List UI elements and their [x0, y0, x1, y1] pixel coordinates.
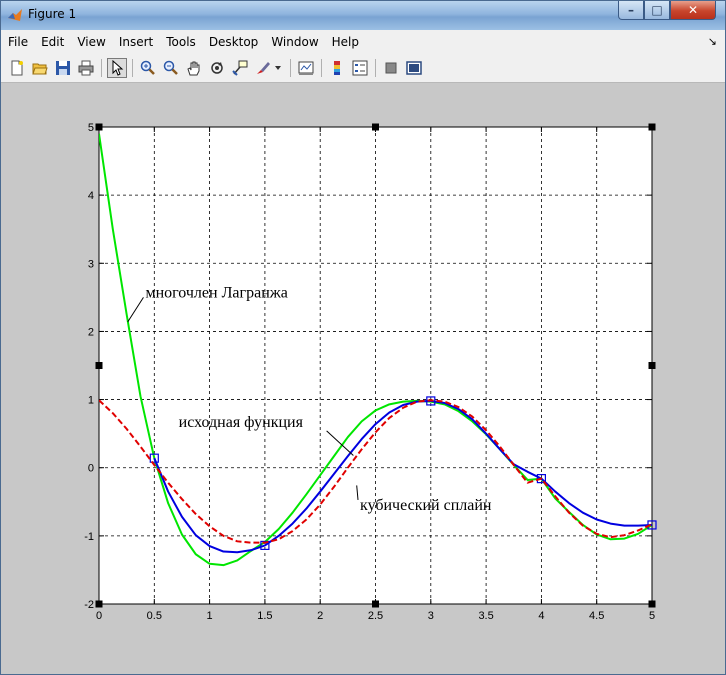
- open-file-icon[interactable]: [30, 58, 50, 78]
- menu-insert[interactable]: Insert: [113, 35, 159, 49]
- x-tick-label: 4: [538, 610, 544, 622]
- zoom-in-icon[interactable]: [138, 58, 158, 78]
- menu-edit[interactable]: Edit: [35, 35, 70, 49]
- selection-handle: [648, 362, 656, 369]
- y-tick-label: -1: [84, 531, 94, 543]
- x-tick-label: 2.5: [368, 610, 383, 622]
- annotation-spline: кубический сплайн: [360, 497, 492, 514]
- data-cursor-icon[interactable]: [230, 58, 250, 78]
- selection-handle: [95, 600, 103, 608]
- y-tick-label: 3: [88, 258, 94, 270]
- menu-tools[interactable]: Tools: [160, 35, 202, 49]
- dock-arrow-icon[interactable]: ↘: [708, 35, 717, 48]
- selection-handle: [648, 600, 656, 608]
- save-icon[interactable]: [53, 58, 73, 78]
- selection-handle: [372, 600, 379, 608]
- show-plot-tools-icon[interactable]: [404, 58, 424, 78]
- print-icon[interactable]: [76, 58, 96, 78]
- y-tick-label: 0: [88, 463, 94, 475]
- menu-window[interactable]: Window: [265, 35, 324, 49]
- x-tick-label: 4.5: [589, 610, 604, 622]
- menu-bar: File Edit View Insert Tools Desktop Wind…: [1, 30, 725, 54]
- annotation-lagrange: многочлен Лагранжа: [145, 284, 287, 301]
- x-tick-label: 1: [207, 610, 213, 622]
- x-tick-label: 1.5: [257, 610, 272, 622]
- menu-desktop[interactable]: Desktop: [203, 35, 265, 49]
- edit-plot-icon[interactable]: [107, 58, 127, 78]
- x-tick-label: 5: [649, 610, 655, 622]
- hide-plot-tools-icon[interactable]: [381, 58, 401, 78]
- maximize-button[interactable]: □: [644, 1, 670, 20]
- y-tick-label: 5: [88, 122, 94, 134]
- selection-handle: [648, 123, 656, 131]
- x-tick-label: 3: [428, 610, 434, 622]
- y-tick-label: 4: [88, 190, 94, 202]
- x-tick-label: 2: [317, 610, 323, 622]
- window-title: Figure 1: [28, 7, 77, 21]
- x-tick-label: 0: [96, 610, 102, 622]
- selection-handle: [95, 123, 103, 131]
- new-figure-icon[interactable]: [7, 58, 27, 78]
- minimize-button[interactable]: –: [618, 1, 644, 20]
- rotate-3d-icon[interactable]: [207, 58, 227, 78]
- figure-canvas[interactable]: 0 0.5 1 1.5 2 2.5 3 3.5 4 4.5 5 -2 -1 0 1 2 3 4 5 многочле…: [2, 83, 724, 674]
- insert-legend-icon[interactable]: [350, 58, 370, 78]
- pan-hand-icon[interactable]: [184, 58, 204, 78]
- menu-file[interactable]: File: [2, 35, 34, 49]
- menu-help[interactable]: Help: [326, 35, 365, 49]
- title-bar[interactable]: Figure 1 – □ ✕: [1, 1, 725, 30]
- x-tick-label: 3.5: [478, 610, 493, 622]
- zoom-out-icon[interactable]: [161, 58, 181, 78]
- annotation-original: исходная функция: [179, 414, 304, 431]
- matlab-icon: [8, 9, 22, 21]
- y-tick-label: 1: [88, 395, 94, 407]
- brush-icon[interactable]: [253, 58, 273, 78]
- figure-window: Figure 1 – □ ✕ File Edit View Insert Too…: [0, 0, 726, 675]
- insert-colorbar-icon[interactable]: [327, 58, 347, 78]
- selection-handle: [95, 362, 103, 369]
- link-plot-icon[interactable]: [296, 58, 316, 78]
- y-tick-label: 2: [88, 326, 94, 338]
- y-tick-label: -2: [84, 599, 94, 611]
- x-tick-label: 0.5: [147, 610, 162, 622]
- selection-handle: [372, 123, 379, 131]
- close-button[interactable]: ✕: [670, 1, 716, 20]
- plot-svg: 0 0.5 1 1.5 2 2.5 3 3.5 4 4.5 5 -2 -1 0 1 2 3 4 5 многочле…: [84, 122, 657, 622]
- chevron-down-icon[interactable]: [271, 58, 285, 78]
- figure-toolbar: [1, 54, 725, 83]
- menu-view[interactable]: View: [71, 35, 111, 49]
